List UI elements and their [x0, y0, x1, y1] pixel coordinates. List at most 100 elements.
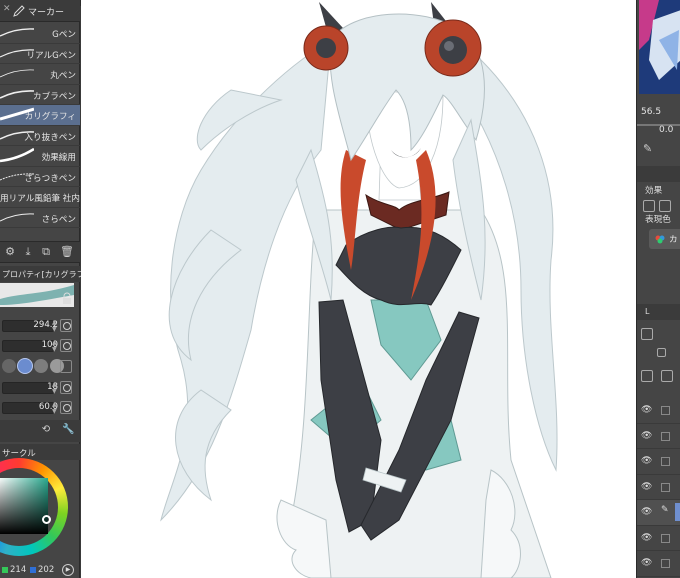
spinner-icon[interactable]: ▲ ▼	[52, 339, 57, 353]
color-values-row: 214 202 ▶	[0, 564, 80, 578]
saturation-value-square[interactable]	[0, 478, 48, 534]
brush-label: Gペン	[52, 30, 76, 40]
spinner-icon[interactable]: ▲ ▼	[52, 401, 57, 415]
expression-color-dropdown[interactable]: カ	[649, 229, 680, 249]
brush-item[interactable]: さらペン	[0, 208, 80, 228]
trash-icon[interactable]: 🗑	[60, 246, 74, 258]
left-flower-ornament	[303, 25, 349, 71]
eyedropper-icon[interactable]: ✎	[643, 142, 652, 155]
layer-row[interactable]: 👁	[637, 475, 680, 500]
eye-icon[interactable]: 👁	[641, 533, 652, 543]
brush-stroke-preview-icon	[0, 69, 34, 78]
tone-effect-icon[interactable]	[659, 200, 671, 212]
wrench-icon[interactable]: 🔧	[62, 424, 74, 436]
layer-row-active[interactable]: 👁 ✎	[637, 500, 680, 526]
eye-icon[interactable]: 👁	[641, 482, 652, 492]
tip-shape-option[interactable]	[34, 359, 48, 373]
brush-item[interactable]: ざらつきペン	[0, 167, 80, 187]
lock-icon[interactable]	[60, 292, 74, 306]
sub-tool-title[interactable]: マーカー	[28, 5, 64, 18]
rotation-value[interactable]: 0.0	[659, 125, 673, 135]
pressure-settings-button[interactable]	[60, 339, 72, 352]
brush-label: リアルGペン	[26, 50, 76, 61]
tool-property-title: プロパティ[カリグラフ	[2, 270, 85, 279]
tip-settings-button[interactable]	[60, 360, 72, 373]
eye-icon[interactable]: 👁	[641, 456, 652, 466]
layer-row[interactable]: 👁	[637, 398, 680, 424]
drawing-canvas[interactable]	[81, 0, 636, 578]
brush-label: 丸ペン	[50, 71, 76, 81]
wrench-icon[interactable]: ⚙	[4, 246, 16, 258]
layer-row[interactable]: 👁	[637, 551, 680, 577]
pressure-settings-button[interactable]	[60, 319, 72, 332]
brush-label: カブラペン	[33, 91, 76, 102]
layer-row[interactable]: 👁	[637, 449, 680, 475]
expression-color-value: カ	[669, 235, 678, 245]
layer-lock-checkbox[interactable]	[661, 406, 670, 415]
brush-label: 入り抜きペン	[24, 132, 76, 143]
border-effect-icon[interactable]	[643, 200, 655, 212]
brush-item[interactable]: 効果線用	[0, 146, 80, 167]
tip-angle-row: 18 ▲ ▼	[0, 378, 80, 398]
brush-item-selected[interactable]: カリグラフィ	[0, 105, 80, 126]
pen-icon[interactable]	[12, 4, 26, 18]
pressure-settings-button[interactable]	[60, 401, 72, 414]
brush-item[interactable]: 丸ペン	[0, 64, 80, 85]
close-icon[interactable]: ✕	[3, 4, 11, 14]
eye-icon[interactable]: 👁	[641, 405, 652, 415]
layer-toolbar	[637, 322, 680, 390]
layer-list: 👁 👁 👁 👁 👁 ✎ 👁 👁	[637, 398, 680, 578]
download-icon[interactable]: ⤓	[22, 246, 34, 258]
brush-tip-row	[0, 356, 80, 378]
tip-shape-option[interactable]	[2, 359, 16, 373]
spinner-icon[interactable]: ▲ ▼	[52, 381, 57, 395]
brush-item[interactable]: Gペン	[0, 23, 80, 44]
brush-label: 効果線用	[41, 153, 76, 163]
blend-mode-icon[interactable]	[641, 328, 653, 340]
effect-label: 効果	[645, 186, 663, 196]
play-icon[interactable]: ▶	[62, 564, 74, 576]
reset-icon[interactable]: ⟲	[40, 424, 52, 436]
color-picker-marker[interactable]	[42, 515, 51, 524]
brush-stroke-preview-icon	[0, 89, 34, 99]
layer-lock-checkbox[interactable]	[661, 431, 670, 441]
brush-size-row: 294.2 ▲ ▼	[0, 316, 80, 336]
pressure-settings-button[interactable]	[60, 381, 72, 394]
canvas-artwork	[160, 2, 558, 578]
brush-label: カリグラフィ	[24, 112, 76, 122]
blue-value: 202	[38, 565, 55, 575]
duplicate-icon[interactable]: ⧉	[40, 246, 52, 258]
layer-color-icon[interactable]	[657, 348, 666, 357]
layer-lock-checkbox[interactable]	[661, 533, 670, 543]
layer-lock-checkbox[interactable]	[661, 559, 670, 568]
pen-icon: ✎	[661, 505, 669, 515]
layer-panel-header: L	[637, 304, 680, 320]
new-layer-icon[interactable]	[641, 370, 653, 382]
layer-lock-checkbox[interactable]	[661, 482, 670, 492]
layer-row[interactable]: 👁	[637, 424, 680, 449]
brush-label: さらペン	[41, 214, 76, 225]
brush-label: ざらつきペン	[24, 173, 76, 184]
right-panel: 56.5 0.0 ✎ 効果 表現色 カ L 👁 👁 👁 👁 👁 ✎ 👁 👁	[636, 0, 680, 578]
expression-color-row: 表現色	[637, 212, 680, 226]
brush-stroke-preview-icon	[0, 28, 34, 37]
brush-item[interactable]: カブラペン	[0, 85, 80, 105]
eye-icon[interactable]: 👁	[641, 507, 652, 517]
brush-item[interactable]: 入り抜きペン	[0, 126, 80, 146]
brush-list: Gペン リアルGペン 丸ペン カブラペン カリグラフィ 入り抜きペン 効果線用	[0, 23, 80, 239]
zoom-value[interactable]: 56.5	[641, 107, 661, 117]
layer-panel-title: L	[645, 307, 650, 316]
brush-item[interactable]: リアルGペン	[0, 44, 80, 64]
tip-shape-option-selected[interactable]	[18, 359, 32, 373]
layer-lock-checkbox[interactable]	[661, 457, 670, 466]
navigator-preview[interactable]	[639, 0, 680, 94]
brush-stroke-preview-icon	[0, 212, 34, 221]
brush-item[interactable]: 用リアル風鉛筆 社内	[0, 187, 80, 208]
green-swatch-icon	[2, 567, 8, 573]
folder-icon[interactable]	[661, 370, 673, 382]
spinner-icon[interactable]: ▲ ▼	[52, 319, 57, 333]
layer-row[interactable]: 👁	[637, 526, 680, 551]
eye-icon[interactable]: 👁	[641, 558, 652, 568]
sub-tool-actions: ⚙ ⤓ ⧉ 🗑	[0, 241, 80, 263]
eye-icon[interactable]: 👁	[641, 431, 652, 441]
